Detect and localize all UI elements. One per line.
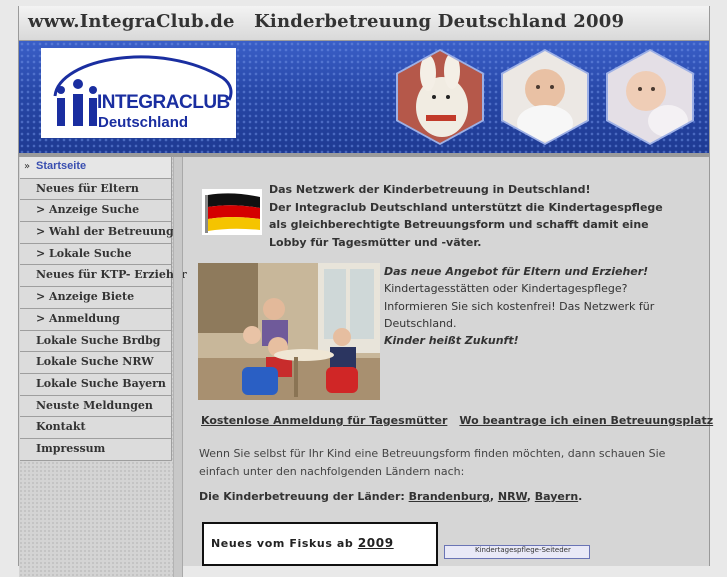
logo-text-sub: Deutschland [98, 114, 189, 131]
logo-text-main: INTEGRACLUB [97, 92, 230, 113]
hex-photo-infant [606, 49, 694, 145]
intro-text: Das Netzwerk der Kinderbetreuung in Deut… [269, 181, 669, 251]
kindertagespflege-banner[interactable]: Kindertagespflege-Seiteder [444, 545, 590, 559]
fiskus-news-year: 2009 [357, 536, 394, 550]
fiskus-news-box[interactable]: Neues vom Fiskus ab 2009 [202, 522, 438, 566]
sidebar-item-label: Lokale Suche Bayern [36, 376, 166, 390]
double-chevron-right-icon: » [24, 161, 31, 172]
sidebar-item-label: Lokale Suche NRW [36, 355, 154, 369]
sidebar-nav: » Startseite Neues für Eltern > Anzeige … [20, 157, 187, 461]
sidebar-item-label: > Anmeldung [36, 311, 120, 325]
offer-slogan: Kinder heißt Zukunft! [384, 334, 519, 348]
sidebar-item-lokale-suche[interactable]: > Lokale Suche [20, 243, 172, 266]
registration-link[interactable]: Kostenlose Anmeldung für Tagesmütter [201, 414, 447, 427]
header-banner: INTEGRACLUB Deutschland [19, 41, 709, 153]
sidebar-separator [173, 157, 183, 577]
sidebar-item-anzeige-biete[interactable]: > Anzeige Biete [20, 287, 172, 309]
sidebar-item-anzeige-suche[interactable]: > Anzeige Suche [20, 200, 172, 223]
offer-title: Das neue Angebot für Eltern und Erzieher… [384, 265, 649, 278]
sidebar-item-label: Startseite [36, 160, 87, 172]
laender-links: Die Kinderbetreuung der Länder: Brandenb… [199, 490, 583, 503]
sidebar-item-label: Kontakt [36, 420, 86, 434]
sidebar-item-wahl-der-betreuung[interactable]: > Wahl der Betreuung [20, 222, 174, 244]
sidebar-item-kontakt[interactable]: Kontakt [20, 417, 172, 439]
sidebar-item-anmeldung[interactable]: > Anmeldung [20, 308, 172, 331]
fiskus-news-text: Neues vom Fiskus ab 2009 [211, 536, 394, 550]
link-bayern[interactable]: Bayern [535, 490, 578, 503]
sidebar-item-label: Neues für KTP- Erzieher [36, 268, 187, 282]
hex-photo-baby [501, 49, 589, 145]
offer-text: Das neue Angebot für Eltern und Erzieher… [384, 263, 684, 349]
kindertagespflege-banner-text: Kindertagespflege-Seiteder [475, 546, 571, 554]
integraclub-logo[interactable]: INTEGRACLUB Deutschland [41, 48, 236, 138]
sidebar-item-label: Neues für Eltern [36, 181, 139, 195]
link-brandenburg[interactable]: Brandenburg [409, 490, 490, 503]
sidebar-item-label: > Wahl der Betreuung [36, 225, 174, 239]
sidebar-item-label: Neuste Meldungen [36, 398, 153, 412]
sidebar-item-label: > Anzeige Biete [36, 290, 135, 304]
sidebar-item-label: Lokale Suche Brdbg [36, 333, 161, 347]
fiskus-news-label: Neues vom Fiskus ab [211, 537, 358, 550]
apply-childcare-link[interactable]: Wo beantrage ich einen Betreuungsplatz [459, 414, 713, 427]
german-flag-image [202, 189, 262, 235]
page-title: www.IntegraClub.de Kinderbetreuung Deuts… [28, 11, 625, 32]
info-paragraph: Wenn Sie selbst für Ihr Kind eine Betreu… [199, 447, 666, 478]
sidebar-item-neues-fuer-eltern[interactable]: Neues für Eltern [20, 178, 172, 201]
page-frame: www.IntegraClub.de Kinderbetreuung Deuts… [18, 6, 713, 577]
sidebar-item-neues-fuer-ktp-erzieher[interactable]: Neues für KTP- Erzieher [20, 265, 187, 288]
sidebar-item-label: Impressum [36, 441, 106, 455]
sidebar-item-label: > Lokale Suche [36, 246, 132, 260]
sidebar-item-lokale-suche-nrw[interactable]: Lokale Suche NRW [20, 352, 172, 374]
title-bar: www.IntegraClub.de Kinderbetreuung Deuts… [19, 6, 709, 41]
laender-label: Die Kinderbetreuung der Länder: [199, 490, 405, 503]
main-content: Das Netzwerk der Kinderbetreuung in Deut… [183, 157, 713, 577]
intro-description: Der Integraclub Deutschland unterstützt … [269, 200, 663, 249]
action-links: Kostenlose Anmeldung für Tagesmütter Wo b… [201, 414, 713, 427]
offer-description: Kindertagesstätten oder Kindertagespfleg… [384, 282, 655, 330]
sidebar: » Startseite Neues für Eltern > Anzeige … [19, 157, 187, 577]
sidebar-item-label: > Anzeige Suche [36, 203, 140, 217]
kita-children-photo [198, 263, 380, 400]
intro-headline: Das Netzwerk der Kinderbetreuung in Deut… [269, 183, 591, 196]
hex-photo-bunny [396, 49, 484, 145]
sidebar-item-impressum[interactable]: Impressum [20, 438, 172, 461]
sidebar-item-lokale-suche-brdbg[interactable]: Lokale Suche Brdbg [20, 330, 172, 353]
sidebar-item-startseite[interactable]: » Startseite [20, 157, 172, 179]
sidebar-item-neuste-meldungen[interactable]: Neuste Meldungen [20, 395, 172, 418]
link-nrw[interactable]: NRW [498, 490, 527, 503]
sidebar-item-lokale-suche-bayern[interactable]: Lokale Suche Bayern [20, 373, 172, 396]
